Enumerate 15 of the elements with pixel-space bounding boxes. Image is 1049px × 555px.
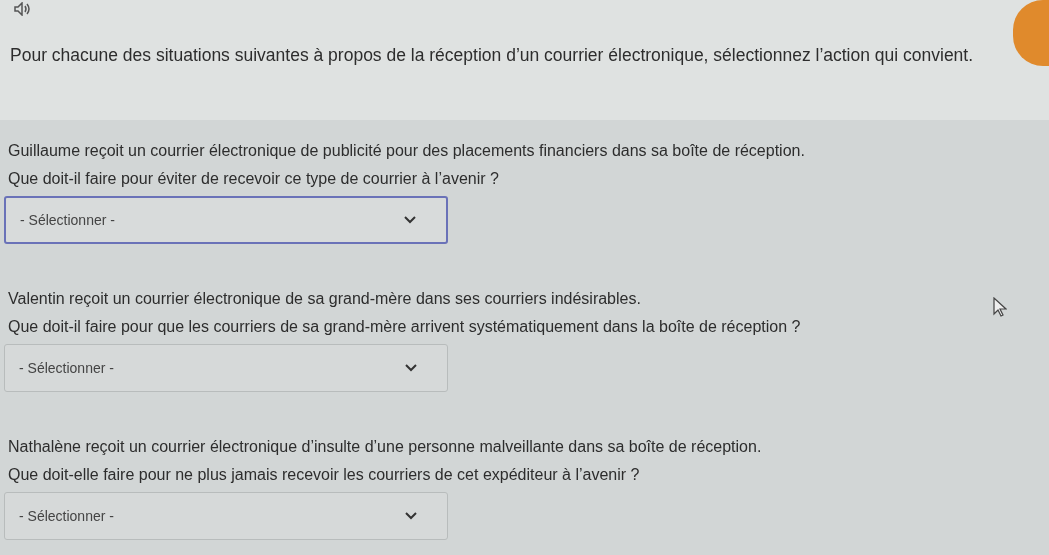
chevron-down-icon	[405, 512, 417, 520]
question-text: Que doit-elle faire pour ne plus jamais recevoir les courriers de cet expéditeur à l’avenir ?	[8, 465, 640, 485]
chevron-down-icon	[404, 216, 416, 224]
select-dropdown[interactable]: - Sélectionner -	[4, 344, 448, 392]
situation-text: Guillaume reçoit un courrier électronique de publicité pour des placements financiers dans sa boîte de réception.	[8, 141, 805, 161]
question-text: Que doit-il faire pour que les courriers de sa grand-mère arrivent systématiquement dans la boîte de réception ?	[8, 317, 801, 337]
situation-text: Nathalène reçoit un courrier électronique d’insulte d’une personne malveillante dans sa boîte de réception.	[8, 437, 762, 457]
chevron-down-icon	[405, 364, 417, 372]
select-dropdown[interactable]: - Sélectionner -	[4, 492, 448, 540]
speaker-icon[interactable]	[14, 2, 32, 16]
instruction-text: Pour chacune des situations suivantes à propos de la réception d’un courrier électronique, sélectionnez l’action qui convient.	[10, 44, 974, 67]
select-dropdown[interactable]: - Sélectionner -	[4, 196, 448, 244]
situation-text: Valentin reçoit un courrier électronique de sa grand-mère dans ses courriers indésirables.	[8, 289, 641, 309]
question-text: Que doit-il faire pour éviter de recevoir ce type de courrier à l’avenir ?	[8, 169, 499, 189]
pointer-icon	[993, 297, 1007, 317]
